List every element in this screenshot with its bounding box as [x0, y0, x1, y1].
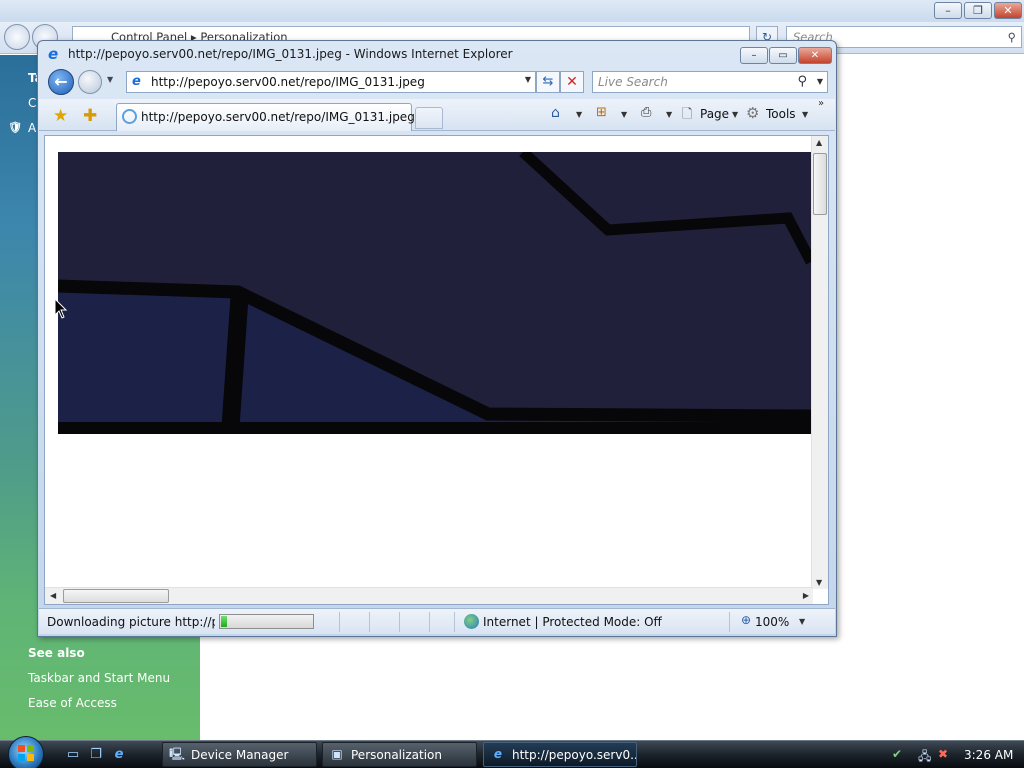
scroll-left-icon[interactable]: ◀ [50, 591, 56, 600]
status-divider [429, 612, 430, 632]
taskbar-button-ie[interactable]: e http://pepoyo.serv0... [483, 742, 637, 767]
zoom-icon[interactable]: ⊕ [741, 613, 751, 627]
safely-remove-icon[interactable]: ✔ [892, 747, 902, 761]
recent-pages-dropdown-icon[interactable]: ▼ [107, 75, 113, 84]
restore-button[interactable]: ❐ [964, 2, 992, 19]
zoom-level[interactable]: 100% [755, 615, 789, 629]
clock[interactable]: 3:26 AM [964, 748, 1013, 762]
taskbar-button-label: Personalization [351, 748, 442, 762]
zoom-dropdown-icon[interactable]: ▼ [799, 617, 805, 626]
page-content: ▲ ▼ ◀ ▶ [44, 135, 829, 605]
horizontal-scrollbar[interactable]: ◀ ▶ [45, 587, 813, 604]
personalization-icon: ▣ [331, 747, 343, 761]
close-button[interactable]: ✕ [798, 47, 832, 64]
status-bar: Downloading picture http://pepoyo.serv00… [39, 608, 835, 634]
start-button[interactable] [8, 736, 44, 768]
internet-zone-icon [464, 614, 479, 629]
search-options-dropdown-icon[interactable]: ▼ [817, 77, 823, 86]
loading-icon [122, 109, 137, 124]
status-divider [729, 612, 730, 632]
ie-window: e http://pepoyo.serv00.net/repo/IMG_0131… [37, 40, 837, 637]
scroll-up-icon[interactable]: ▲ [816, 138, 822, 147]
page-icon: e [132, 74, 141, 89]
taskbar-button-device-manager[interactable]: 🖳 Device Manager [162, 742, 317, 767]
status-text: Downloading picture http://pepoyo.serv00… [47, 615, 215, 629]
add-favorites-icon[interactable]: ✚ [83, 106, 97, 126]
vertical-scrollbar[interactable]: ▲ ▼ [811, 136, 828, 589]
status-divider [399, 612, 400, 632]
scroll-right-icon[interactable]: ▶ [803, 591, 809, 600]
home-icon[interactable]: ⌂ [551, 105, 560, 121]
security-zone-text[interactable]: Internet | Protected Mode: Off [483, 615, 662, 629]
sidebar-item[interactable]: A [28, 121, 36, 135]
minimize-button[interactable]: – [934, 2, 962, 19]
vertical-scroll-thumb[interactable] [813, 153, 827, 215]
taskbar-button-label: Device Manager [191, 748, 289, 762]
page-dropdown-icon[interactable]: ▼ [732, 110, 738, 119]
tab-label: http://pepoyo.serv00.net/repo/IMG_0131.j… [141, 110, 415, 124]
feeds-icon[interactable]: ⊞ [596, 105, 607, 120]
taskbar: ▭ ❐ e 🖳 Device Manager ▣ Personalization… [0, 736, 1024, 768]
status-divider [339, 612, 340, 632]
print-dropdown-icon[interactable]: ▼ [666, 110, 672, 119]
command-bar: ★ ✚ http://pepoyo.serv00.net/repo/IMG_01… [39, 98, 835, 131]
download-progress-bar [219, 614, 314, 629]
search-icon[interactable]: ⚲ [1008, 27, 1016, 47]
search-input[interactable]: Live Search ⚲ ▼ [592, 71, 828, 93]
search-placeholder: Live Search [598, 75, 668, 89]
tab-current[interactable]: http://pepoyo.serv00.net/repo/IMG_0131.j… [116, 103, 415, 131]
address-text[interactable]: http://pepoyo.serv00.net/repo/IMG_0131.j… [151, 75, 425, 89]
mouse-cursor-icon [54, 298, 68, 319]
tools-dropdown-icon[interactable]: ▼ [802, 110, 808, 119]
back-button[interactable]: ← [48, 69, 74, 95]
forward-button[interactable] [78, 70, 102, 94]
device-manager-icon: 🖳 [169, 747, 186, 761]
see-also-link-taskbar[interactable]: Taskbar and Start Menu [28, 671, 170, 685]
print-icon[interactable]: ⎙ [641, 105, 651, 120]
page-icon: 🗋 [682, 107, 693, 122]
see-also-title: See also [28, 646, 85, 660]
page-menu-button[interactable]: Page [700, 107, 729, 121]
stop-button[interactable]: ✕ [560, 71, 584, 93]
taskbar-button-label: http://pepoyo.serv0... [512, 748, 637, 762]
photo-graphic [58, 152, 811, 434]
ie-quicklaunch-icon[interactable]: e [110, 747, 128, 763]
back-button[interactable] [4, 24, 30, 50]
system-tray: ✔ 🖧 ✖ 3:26 AM [884, 742, 1024, 768]
download-progress-fill [221, 616, 228, 627]
new-tab-button[interactable] [415, 107, 443, 129]
control-panel-titlebar: – ❐ ✕ [0, 0, 1024, 22]
feeds-dropdown-icon[interactable]: ▼ [621, 110, 627, 119]
scroll-down-icon[interactable]: ▼ [816, 578, 822, 587]
address-dropdown-icon[interactable]: ▼ [525, 75, 531, 84]
show-desktop-icon[interactable]: ▭ [64, 747, 82, 763]
gear-icon: ⚙ [746, 104, 760, 122]
refresh-button[interactable]: ⇆ [536, 71, 560, 93]
minimize-button[interactable]: – [740, 47, 768, 64]
sidebar-item[interactable]: C [28, 96, 36, 110]
taskbar-button-personalization[interactable]: ▣ Personalization [322, 742, 477, 767]
tools-menu-button[interactable]: Tools [766, 107, 796, 121]
home-dropdown-icon[interactable]: ▼ [576, 110, 582, 119]
maximize-button[interactable]: ▭ [769, 47, 797, 64]
windows-logo-icon [18, 745, 34, 761]
status-divider [454, 612, 455, 632]
address-bar[interactable]: e http://pepoyo.serv00.net/repo/IMG_0131… [126, 71, 536, 93]
ie-icon: e [493, 747, 503, 761]
favorites-star-icon[interactable]: ★ [53, 106, 68, 126]
volume-muted-icon[interactable]: ✖ [938, 747, 948, 761]
see-also-link-ease-of-access[interactable]: Ease of Access [28, 696, 117, 710]
shield-icon: 🛡 [8, 121, 22, 134]
chevron-more-icon[interactable]: » [818, 98, 824, 109]
ie-icon: e [48, 45, 59, 63]
horizontal-scroll-thumb[interactable] [63, 589, 169, 603]
switch-windows-icon[interactable]: ❐ [87, 747, 105, 763]
loading-photo [58, 152, 811, 434]
status-divider [369, 612, 370, 632]
window-title: http://pepoyo.serv00.net/repo/IMG_0131.j… [68, 47, 513, 61]
search-icon[interactable]: ⚲ [797, 74, 807, 89]
network-icon[interactable]: 🖧 [918, 747, 931, 768]
close-button[interactable]: ✕ [994, 2, 1022, 19]
